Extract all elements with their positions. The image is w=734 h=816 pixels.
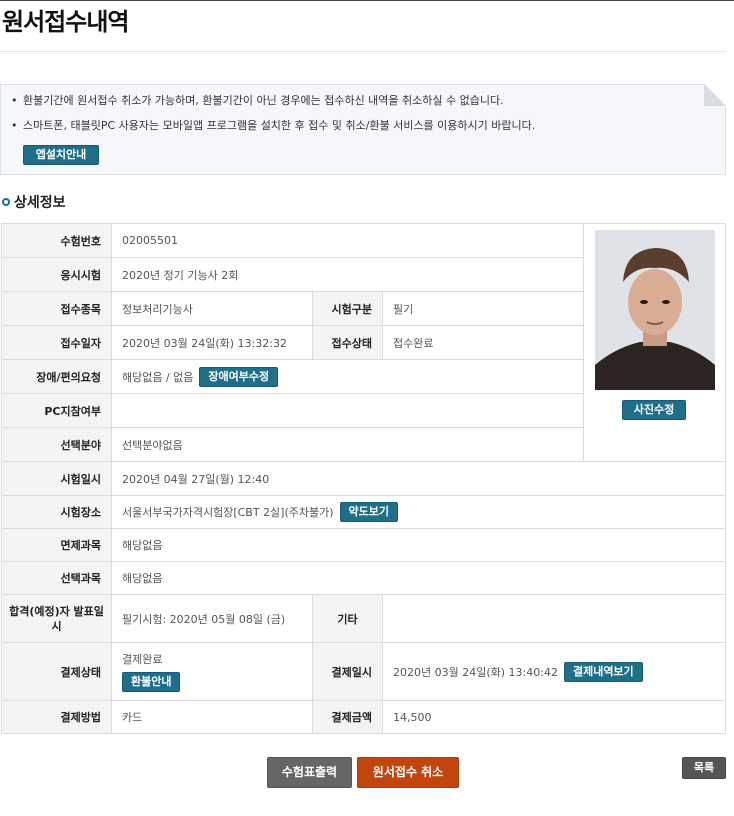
page-title: 원서접수내역 bbox=[2, 8, 129, 36]
exam-name-value: 2020년 정기 기능사 2회 bbox=[111, 257, 584, 292]
top-border bbox=[0, 0, 734, 1]
result-date-label: 합격(예정)자 발표일시 bbox=[1, 594, 112, 643]
pay-status-label: 결제상태 bbox=[1, 642, 112, 701]
etc-value bbox=[382, 594, 726, 643]
page-fold-icon bbox=[704, 84, 726, 106]
select-subject-label: 선택과목 bbox=[1, 561, 112, 595]
pay-amount-label: 결제금액 bbox=[312, 700, 383, 734]
pc-ref-label: PC지참여부 bbox=[1, 393, 112, 428]
disability-cell: 해당없음 / 없음 장애여부수정 bbox=[111, 359, 584, 394]
section-title: 상세정보 bbox=[2, 192, 66, 212]
person-photo-icon bbox=[594, 230, 715, 390]
pay-amount-value: 14,500 bbox=[382, 700, 726, 734]
field-value: 선택분야없음 bbox=[111, 427, 584, 462]
etc-label: 기타 bbox=[312, 594, 383, 643]
notice-item: 스마트폰, 태블릿PC 사용자는 모바일앱 프로그램을 설치한 후 접수 및 취… bbox=[11, 118, 535, 143]
app-install-guide-button[interactable]: 앱설치안내 bbox=[23, 145, 99, 165]
bullet-circle-icon bbox=[2, 198, 10, 206]
exam-place-value: 서울서부국가자격시험장[CBT 2실](주차불가) bbox=[122, 506, 334, 519]
refund-guide-button[interactable]: 환불안내 bbox=[122, 672, 181, 692]
detail-table: 수험번호 02005501 응시시험 2020년 정기 기능사 2회 접수종목 bbox=[1, 223, 726, 734]
photo-cell bbox=[583, 223, 726, 428]
pay-date-label: 결제일시 bbox=[312, 642, 383, 701]
exam-type-label: 시험구분 bbox=[312, 291, 383, 326]
edit-photo-button[interactable]: 사진수정 bbox=[622, 400, 686, 420]
apply-date-value: 2020년 03월 24일(화) 13:32:32 bbox=[111, 325, 313, 360]
disability-label: 장애/편의요청 bbox=[1, 359, 112, 394]
payment-history-button[interactable]: 결제내역보기 bbox=[563, 661, 643, 682]
notice-box: 환불기간에 원서접수 취소가 가능하며, 환불기간이 아닌 경우에는 접수하신 … bbox=[0, 84, 726, 175]
exam-datetime-value: 2020년 04월 27일(월) 12:40 bbox=[111, 461, 726, 496]
pay-date-value: 2020년 03월 24일(화) 13:40:42 bbox=[393, 665, 558, 679]
title-divider bbox=[0, 51, 726, 52]
apply-status-value: 접수완료 bbox=[382, 325, 584, 360]
pay-status-value: 결제완료 bbox=[122, 653, 163, 666]
map-view-button[interactable]: 약도보기 bbox=[339, 502, 399, 522]
bottom-actions: 수험표출력 원서접수 취소 목록 bbox=[0, 757, 734, 788]
pc-ref-value bbox=[111, 393, 584, 428]
photo-button-cell bbox=[583, 427, 726, 462]
list-button[interactable]: 목록 bbox=[682, 757, 726, 779]
exempt-subject-label: 면제과목 bbox=[1, 528, 112, 562]
exam-number-label: 수험번호 bbox=[1, 223, 112, 258]
cancel-application-button[interactable]: 원서접수 취소 bbox=[357, 757, 459, 788]
exam-datetime-label: 시험일시 bbox=[1, 461, 112, 496]
exam-type-value: 필기 bbox=[382, 291, 584, 326]
pay-status-cell: 결제완료 환불안내 bbox=[111, 642, 313, 701]
exam-place-cell: 서울서부국가자격시험장[CBT 2실](주차불가) 약도보기 bbox=[111, 495, 726, 529]
category-label: 접수종목 bbox=[1, 291, 112, 326]
exempt-subject-value: 해당없음 bbox=[111, 528, 726, 562]
disability-value: 해당없음 / 없음 bbox=[122, 370, 194, 384]
result-date-value: 필기시험: 2020년 05월 08일 (금) bbox=[111, 594, 313, 643]
apply-status-label: 접수상태 bbox=[312, 325, 383, 360]
edit-disability-button[interactable]: 장애여부수정 bbox=[199, 366, 279, 387]
pay-date-cell: 2020년 03월 24일(화) 13:40:42 결제내역보기 bbox=[382, 642, 726, 701]
notice-list: 환불기간에 원서접수 취소가 가능하며, 환불기간이 아닌 경우에는 접수하신 … bbox=[11, 93, 535, 143]
notice-item: 환불기간에 원서접수 취소가 가능하며, 환불기간이 아닌 경우에는 접수하신 … bbox=[11, 93, 535, 118]
pay-method-label: 결제방법 bbox=[1, 700, 112, 734]
exam-place-label: 시험장소 bbox=[1, 495, 112, 529]
applicant-photo bbox=[594, 230, 715, 390]
section-title-text: 상세정보 bbox=[14, 195, 66, 211]
select-subject-value: 해당없음 bbox=[111, 561, 726, 595]
exam-name-label: 응시시험 bbox=[1, 257, 112, 292]
pay-method-value: 카드 bbox=[111, 700, 313, 734]
print-ticket-button[interactable]: 수험표출력 bbox=[267, 757, 352, 788]
field-label: 선택분야 bbox=[1, 427, 112, 462]
exam-number-value: 02005501 bbox=[111, 223, 584, 258]
apply-date-label: 접수일자 bbox=[1, 325, 112, 360]
category-value: 정보처리기능사 bbox=[111, 291, 313, 326]
